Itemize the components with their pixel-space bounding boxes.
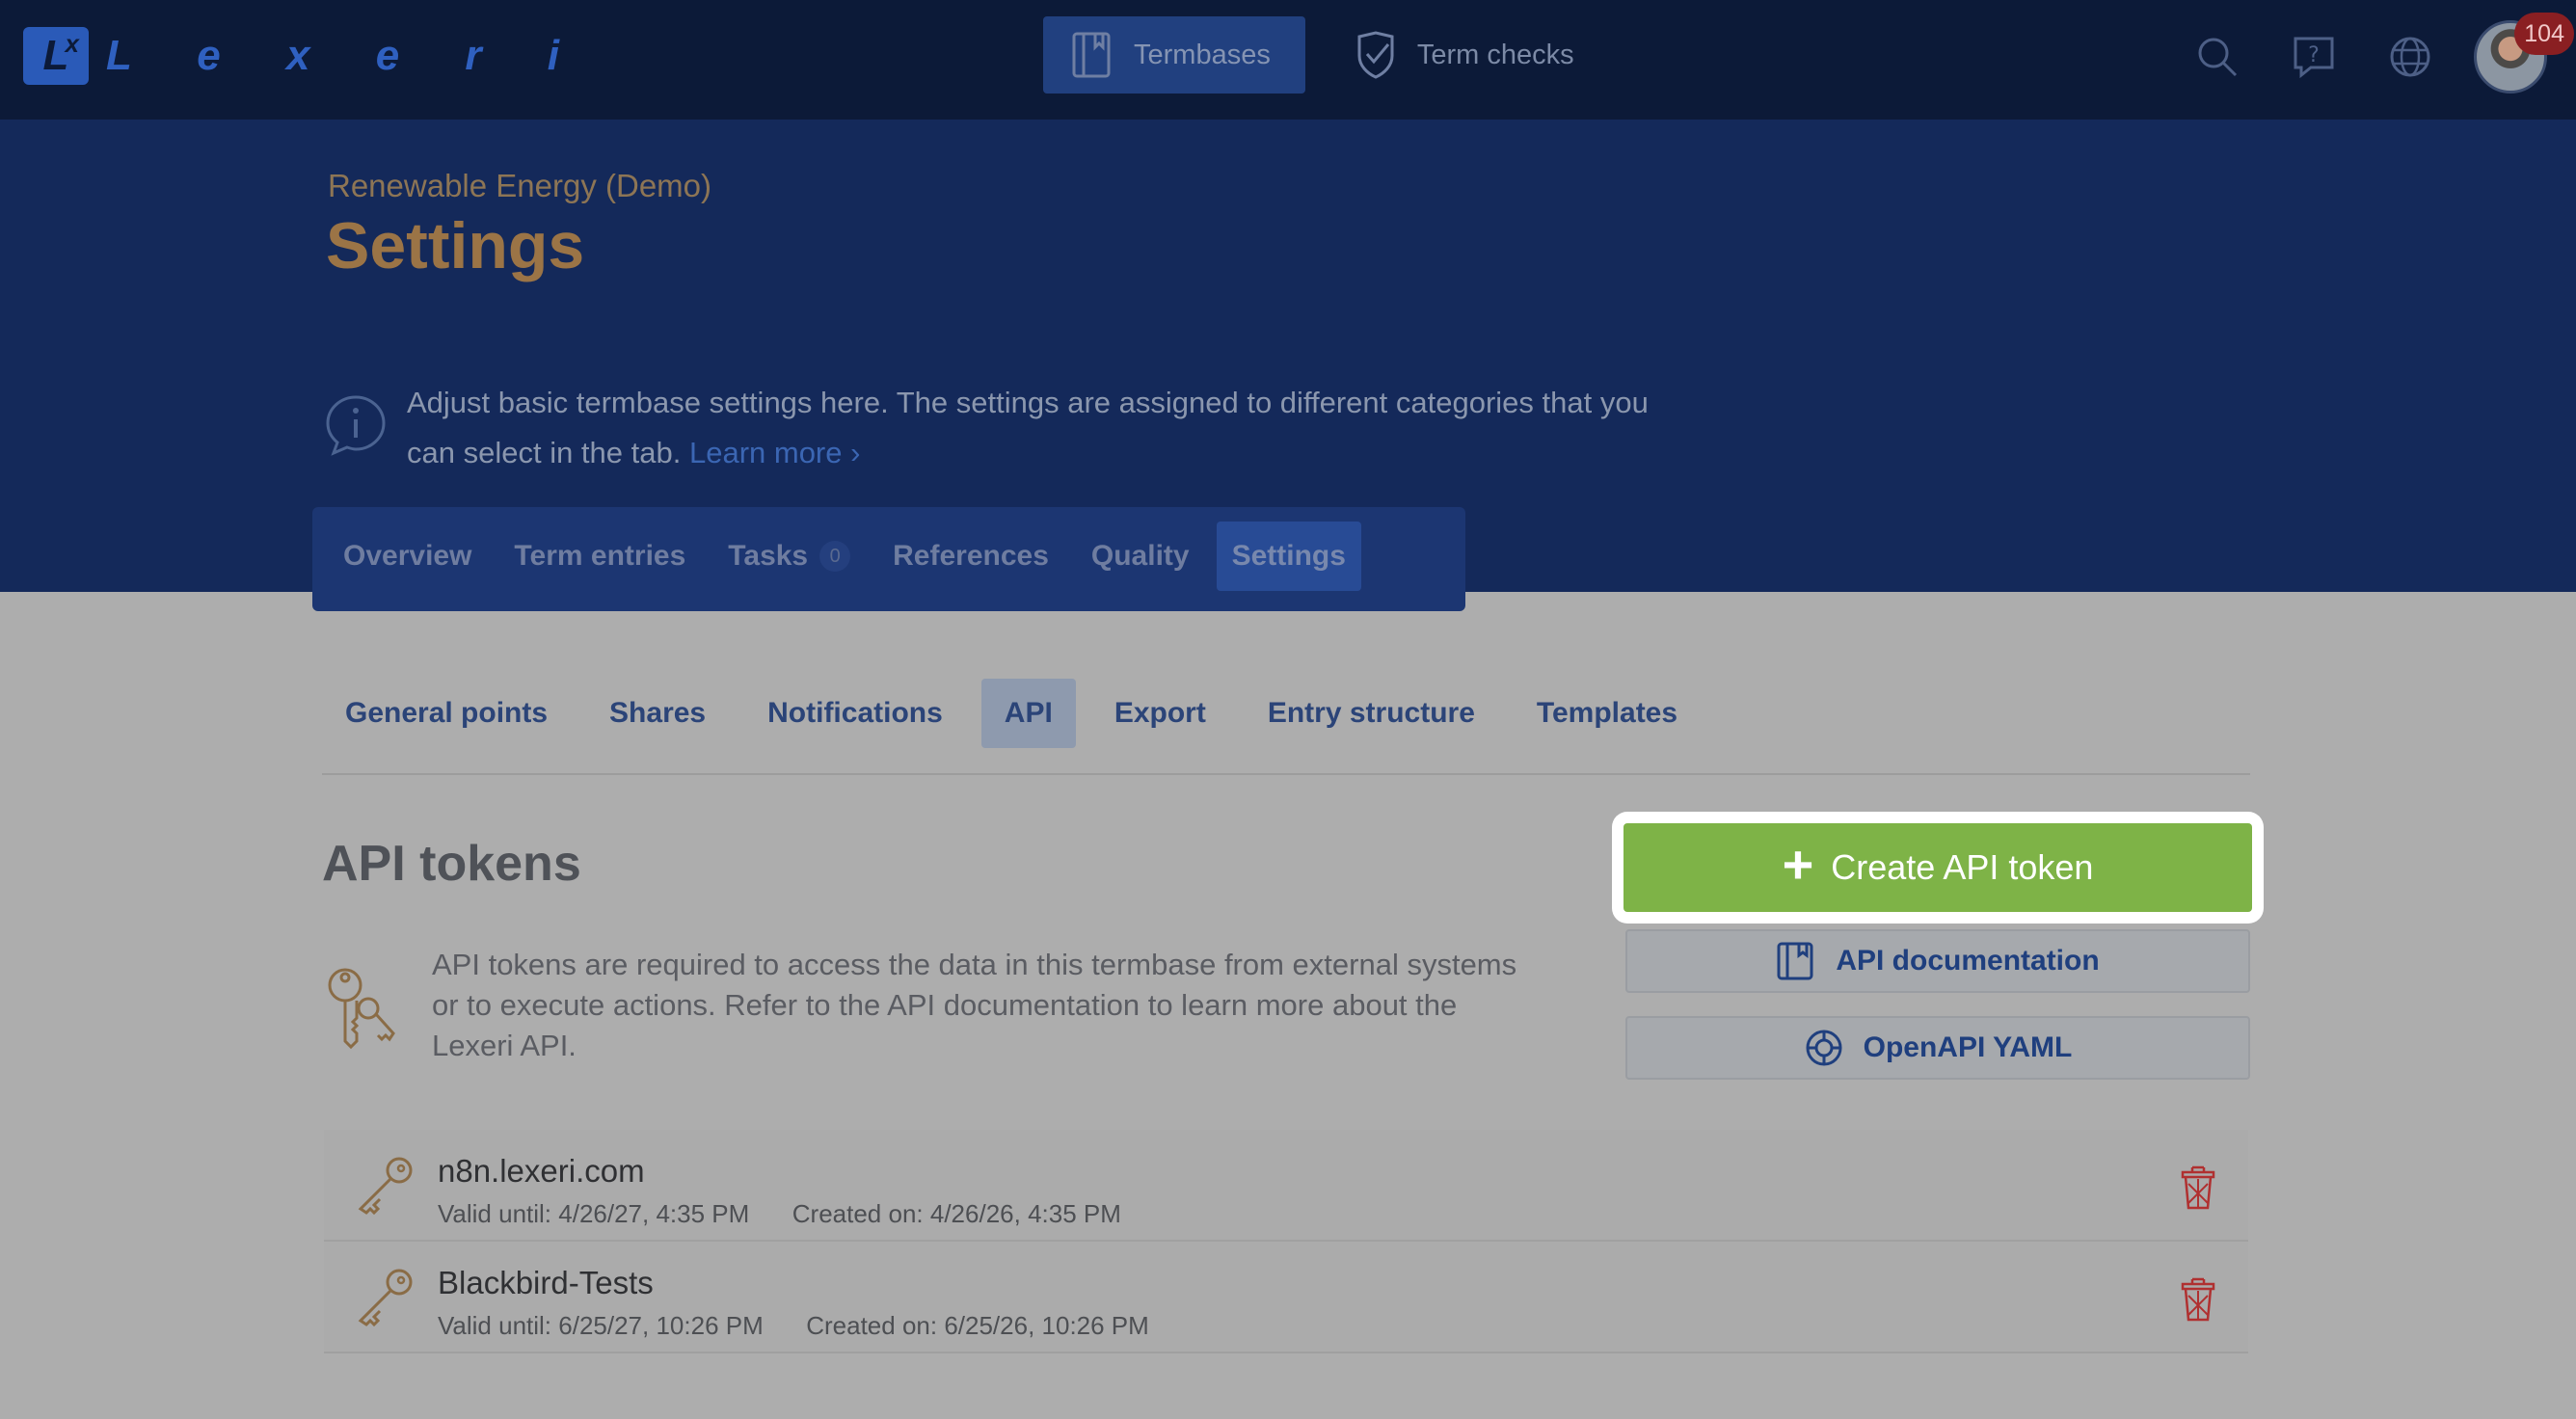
token-meta: Valid until: 4/26/27, 4:35 PM Created on… <box>438 1199 1121 1228</box>
subtab-entry-structure[interactable]: Entry structure <box>1245 679 1498 748</box>
token-valid-until: 4/26/27, 4:35 PM <box>558 1199 750 1228</box>
language-button[interactable] <box>2362 9 2458 105</box>
api-documentation-button[interactable]: API documentation <box>1625 929 2250 993</box>
tab-settings[interactable]: Settings <box>1216 522 1361 591</box>
openapi-yaml-button[interactable]: OpenAPI YAML <box>1625 1016 2250 1080</box>
search-button[interactable] <box>2169 9 2266 105</box>
top-app-bar: L x L e x e r i Termbases Term checks ? … <box>0 0 2576 120</box>
svg-text:?: ? <box>2308 43 2320 67</box>
create-api-token-button[interactable]: + Create API token <box>1623 823 2252 912</box>
nav-term-checks-label: Term checks <box>1416 39 1574 70</box>
create-token-highlight: + Create API token <box>1612 812 2264 924</box>
token-meta: Valid until: 6/25/27, 10:26 PM Created o… <box>438 1311 1149 1340</box>
keys-icon <box>328 968 395 1050</box>
help-button[interactable]: ? <box>2266 9 2362 105</box>
token-name: n8n.lexeri.com <box>438 1153 645 1189</box>
api-description: API tokens are required to access the da… <box>322 945 1537 1066</box>
plus-icon: + <box>1782 834 1814 895</box>
key-icon <box>358 1157 413 1216</box>
shield-check-icon <box>1357 31 1394 79</box>
tab-tasks[interactable]: Tasks 0 <box>712 522 866 591</box>
subtab-export[interactable]: Export <box>1091 679 1229 748</box>
notification-badge: 104 <box>2514 13 2574 55</box>
subtab-notifications[interactable]: Notifications <box>744 679 966 748</box>
tab-references[interactable]: References <box>877 522 1064 591</box>
learn-more-link[interactable]: Learn more › <box>689 436 860 469</box>
top-actions: ? 104 <box>2169 0 2576 114</box>
key-icon <box>358 1269 413 1327</box>
search-icon <box>2198 38 2238 77</box>
token-name: Blackbird-Tests <box>438 1265 654 1300</box>
subtab-shares[interactable]: Shares <box>586 679 729 748</box>
tasks-count-badge: 0 <box>819 541 851 572</box>
book-icon <box>1072 32 1111 78</box>
help-icon: ? <box>2294 37 2334 79</box>
api-description-text: API tokens are required to access the da… <box>432 948 1517 1062</box>
token-created-on: 6/25/26, 10:26 PM <box>944 1311 1149 1340</box>
table-row[interactable]: Blackbird-Tests Valid until: 6/25/27, 10… <box>324 1242 2248 1353</box>
nav-term-checks[interactable]: Term checks <box>1327 16 1609 94</box>
section-title: API tokens <box>322 836 581 892</box>
settings-subtabs: General points Shares Notifications API … <box>322 679 2250 775</box>
logo-wordmark: L e x e r i <box>106 32 586 79</box>
trash-icon[interactable] <box>2179 1165 2217 1211</box>
breadcrumb[interactable]: Renewable Energy (Demo) <box>328 168 711 204</box>
nav-termbases[interactable]: Termbases <box>1043 16 1305 94</box>
table-row[interactable]: n8n.lexeri.com Valid until: 4/26/27, 4:3… <box>324 1130 2248 1242</box>
logo-mark: L x <box>23 27 89 85</box>
info-banner: Adjust basic termbase settings here. The… <box>324 378 1693 478</box>
token-created-on: 4/26/26, 4:35 PM <box>929 1199 1121 1228</box>
lexeri-logo[interactable]: L x L e x e r i <box>23 25 586 87</box>
subtab-general-points[interactable]: General points <box>322 679 571 748</box>
subtab-api[interactable]: API <box>980 679 1076 748</box>
tab-overview[interactable]: Overview <box>328 522 487 591</box>
top-navigation: Termbases Term checks <box>1043 16 1609 94</box>
openapi-icon <box>1806 1030 1842 1066</box>
tab-quality[interactable]: Quality <box>1076 522 1205 591</box>
nav-termbases-label: Termbases <box>1134 39 1271 70</box>
tab-term-entries[interactable]: Term entries <box>498 522 701 591</box>
trash-icon[interactable] <box>2179 1276 2217 1323</box>
page-title: Settings <box>326 209 585 282</box>
book-icon <box>1777 942 1813 980</box>
user-menu[interactable]: 104 <box>2474 13 2574 94</box>
globe-icon <box>2390 37 2430 77</box>
token-valid-until: 6/25/27, 10:26 PM <box>558 1311 764 1340</box>
info-text: Adjust basic termbase settings here. The… <box>407 386 1649 469</box>
info-icon <box>326 395 386 456</box>
subtab-templates[interactable]: Templates <box>1514 679 1701 748</box>
main-tabs: Overview Term entries Tasks 0 References … <box>312 507 1465 611</box>
api-token-list: n8n.lexeri.com Valid until: 4/26/27, 4:3… <box>324 1130 2248 1353</box>
